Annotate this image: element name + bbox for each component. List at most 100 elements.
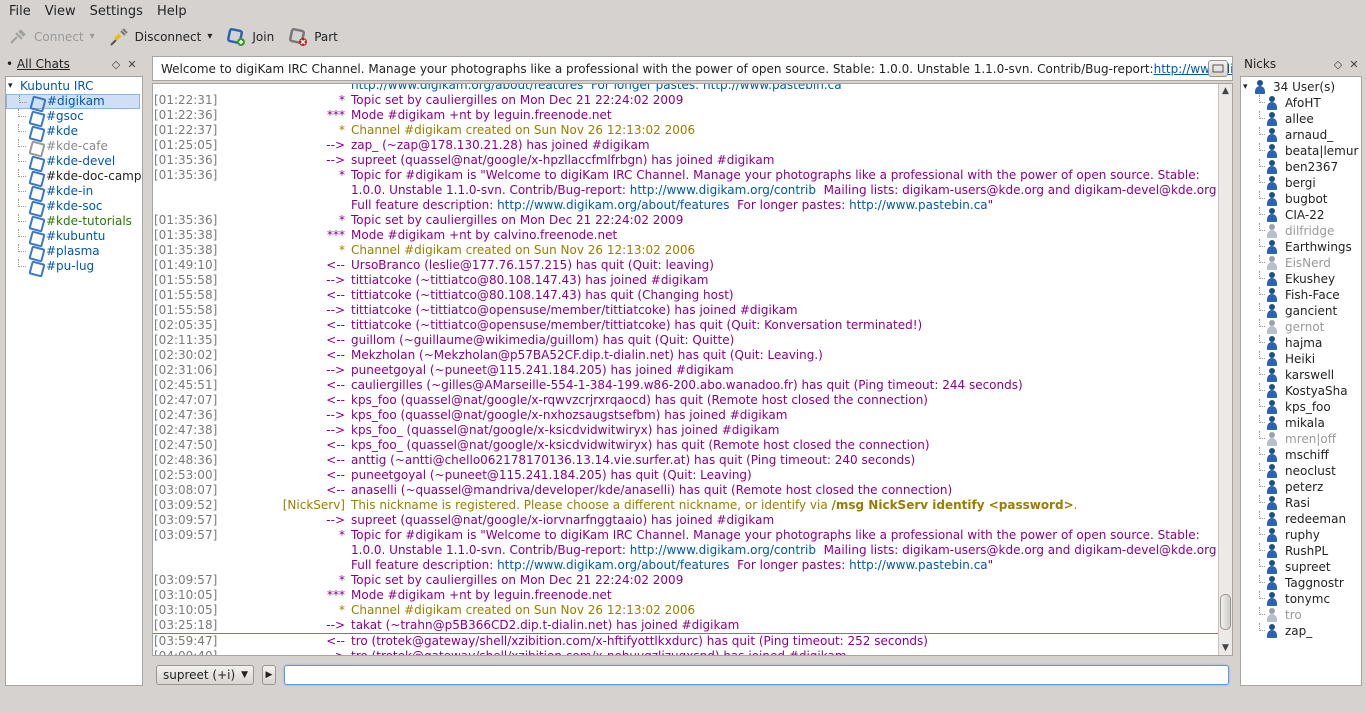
nick-item[interactable]: neoclust xyxy=(1241,463,1361,479)
nick-item[interactable]: AfoHT xyxy=(1241,95,1361,111)
channel-item[interactable]: #gsoc xyxy=(6,109,142,124)
channel-item[interactable]: #kde-devel xyxy=(6,154,142,169)
timestamp: [03:10:05] xyxy=(154,603,218,617)
scroll-thumb[interactable] xyxy=(1220,594,1231,630)
menu-help[interactable]: Help xyxy=(152,4,192,19)
nick-item[interactable]: beata|lemur xyxy=(1241,143,1361,159)
line-prefix: <-- xyxy=(326,378,345,392)
nick-item[interactable]: Taggnostr xyxy=(1241,575,1361,591)
tree-branch-line xyxy=(1259,463,1265,471)
connect-button[interactable]: Connect ▾ xyxy=(4,25,99,49)
channel-item[interactable]: #digikam xyxy=(6,94,140,109)
menu-settings[interactable]: Settings xyxy=(85,4,148,19)
topic-edit-button[interactable] xyxy=(1208,60,1228,77)
nick-item[interactable]: bergi xyxy=(1241,175,1361,191)
nick-item[interactable]: hajma xyxy=(1241,335,1361,351)
nick-item[interactable]: RushPL xyxy=(1241,543,1361,559)
disconnect-button[interactable]: Disconnect ▾ xyxy=(105,25,217,49)
message-text: Topic set by cauliergilles on Mon Dec 21… xyxy=(351,573,1219,588)
message-text: anttig (~antti@chello062178170136.13.14.… xyxy=(351,453,1219,468)
nick-item[interactable]: mren|off xyxy=(1241,431,1361,447)
chevron-down-icon[interactable]: ▾ xyxy=(90,31,95,42)
channel-item[interactable]: #pu-lug xyxy=(6,259,142,274)
nick-item[interactable]: ruphy xyxy=(1241,527,1361,543)
message-body: For longer pastes: xyxy=(729,198,850,212)
nick-item[interactable]: mschiff xyxy=(1241,447,1361,463)
user-icon xyxy=(1267,592,1277,606)
nick-item[interactable]: bugbot xyxy=(1241,191,1361,207)
part-button[interactable]: Part xyxy=(284,25,342,49)
nick-item[interactable]: redeeman xyxy=(1241,511,1361,527)
nick-selector[interactable]: supreet (+i) ▼ xyxy=(156,665,254,685)
user-icon xyxy=(1267,448,1277,462)
nick-count-row[interactable]: ▾ 34 User(s) xyxy=(1241,79,1361,95)
tree-branch-line xyxy=(1259,559,1265,567)
menu-view[interactable]: View xyxy=(40,4,81,19)
server-item[interactable]: ▾ Kubuntu IRC xyxy=(6,79,142,94)
nick-item[interactable]: Ekushey xyxy=(1241,271,1361,287)
message-link[interactable]: http://www.digikam.org/contrib xyxy=(630,183,816,197)
channel-item[interactable]: #plasma xyxy=(6,244,142,259)
chat-line: [02:47:50] <-- kps_foo_ (quassel@nat/googl… xyxy=(153,438,1219,453)
message-link[interactable]: http://www.digikam.org/about/features xyxy=(497,558,729,572)
nick-label: KostyaSha xyxy=(1285,384,1348,398)
message-link[interactable]: http://www.pastebin.ca xyxy=(849,198,988,212)
nick-count: 34 User(s) xyxy=(1273,80,1336,94)
channel-item[interactable]: #kde-doc-camp xyxy=(6,169,142,184)
nick-item[interactable]: tonymc xyxy=(1241,591,1361,607)
nick-item[interactable]: dilfridge xyxy=(1241,223,1361,239)
chevron-right-button[interactable]: ▶ xyxy=(262,665,276,685)
chevron-down-icon[interactable]: ▾ xyxy=(207,31,212,42)
nick-item[interactable]: Heiki xyxy=(1241,351,1361,367)
float-icon[interactable]: ◇ xyxy=(108,58,124,71)
channel-icon xyxy=(28,215,42,229)
channel-item[interactable]: #kubuntu xyxy=(6,229,142,244)
nick-item[interactable]: tro xyxy=(1241,607,1361,623)
expand-icon[interactable]: ▾ xyxy=(8,79,20,94)
channel-item[interactable]: #kde-in xyxy=(6,184,142,199)
nick-item[interactable]: CIA-22 xyxy=(1241,207,1361,223)
user-icon xyxy=(1267,176,1277,190)
chat-scrollbar[interactable]: ▲ ▼ xyxy=(1218,84,1232,655)
message-link[interactable]: http://www.digikam.org/about/features xyxy=(497,198,729,212)
channel-label: #kde-soc xyxy=(46,199,103,213)
nick-item[interactable]: gancient xyxy=(1241,303,1361,319)
nick-item[interactable]: karswell xyxy=(1241,367,1361,383)
channel-item[interactable]: #kde-tutorials xyxy=(6,214,142,229)
nick-item[interactable]: ben2367 xyxy=(1241,159,1361,175)
nick-item[interactable]: Rasi xyxy=(1241,495,1361,511)
nick-item[interactable]: supreet xyxy=(1241,559,1361,575)
channel-item[interactable]: #kde-soc xyxy=(6,199,142,214)
nick-item[interactable]: KostyaSha xyxy=(1241,383,1361,399)
nick-item[interactable]: gernot xyxy=(1241,319,1361,335)
message-input[interactable] xyxy=(284,665,1229,685)
message-link[interactable]: http://www.digikam.org/contrib xyxy=(630,543,816,557)
nick-item[interactable]: allee xyxy=(1241,111,1361,127)
float-icon[interactable]: ◇ xyxy=(1330,58,1346,71)
menu-file[interactable]: File xyxy=(4,4,36,19)
join-button[interactable]: Join xyxy=(222,25,278,49)
nick-item[interactable]: peterz xyxy=(1241,479,1361,495)
timestamp: [02:47:36] xyxy=(154,408,218,422)
chat-line: [02:47:36] --> kps_foo (quassel@nat/google… xyxy=(153,408,1219,423)
message-text: Channel #digikam created on Sun Nov 26 1… xyxy=(351,603,1219,618)
close-icon[interactable]: ✕ xyxy=(124,58,140,71)
nick-item[interactable]: zap_ xyxy=(1241,623,1361,639)
scroll-down-icon[interactable]: ▼ xyxy=(1219,641,1232,655)
line-prefix: * xyxy=(339,573,345,587)
nick-item[interactable]: arnaud_ xyxy=(1241,127,1361,143)
nick-item[interactable]: mikala xyxy=(1241,415,1361,431)
chat-view[interactable]: http://www.digikam.org/about/features Fo… xyxy=(152,83,1233,656)
scroll-up-icon[interactable]: ▲ xyxy=(1219,84,1232,98)
nick-item[interactable]: Earthwings xyxy=(1241,239,1361,255)
nick-item[interactable]: kps_foo xyxy=(1241,399,1361,415)
close-icon[interactable]: ✕ xyxy=(1346,58,1362,71)
nicks-dock-header: Nicks ◇ ✕ xyxy=(1244,55,1362,73)
nick-item[interactable]: Fish-Face xyxy=(1241,287,1361,303)
channel-item[interactable]: #kde-cafe xyxy=(6,139,142,154)
expand-icon[interactable]: ▾ xyxy=(1243,79,1255,95)
users-icon xyxy=(1255,80,1265,94)
message-link[interactable]: http://www.pastebin.ca xyxy=(849,558,988,572)
nick-item[interactable]: EisNerd xyxy=(1241,255,1361,271)
channel-item[interactable]: #kde xyxy=(6,124,142,139)
